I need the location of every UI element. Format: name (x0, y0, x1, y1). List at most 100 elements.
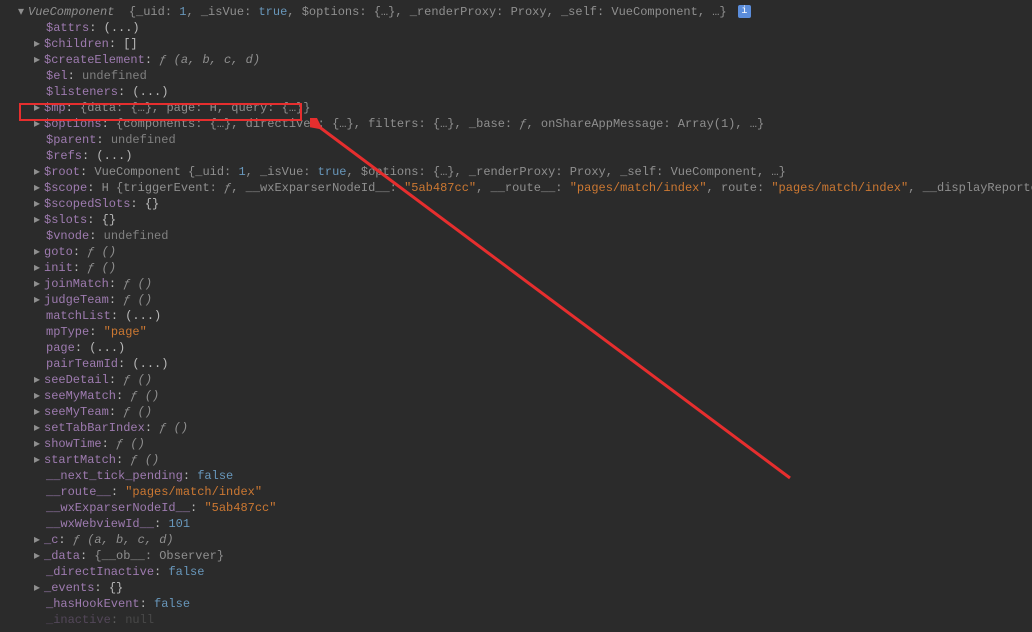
property-row[interactable]: seeDetail: ƒ () (6, 372, 1032, 388)
property-value: {} (109, 581, 123, 595)
property-key: seeMyTeam (44, 405, 109, 419)
property-row[interactable]: $listeners: (...) (6, 84, 1032, 100)
expand-arrow-icon[interactable] (34, 212, 44, 228)
property-row[interactable]: seeMyMatch: ƒ () (6, 388, 1032, 404)
property-row[interactable]: _data: {__ob__: Observer} (6, 548, 1032, 564)
property-row[interactable]: matchList: (...) (6, 308, 1032, 324)
property-row[interactable]: $children: [] (6, 36, 1032, 52)
property-key: $mp (44, 101, 66, 115)
property-value: ƒ (a, b, c, d) (159, 53, 260, 67)
expand-arrow-icon[interactable] (34, 244, 44, 260)
property-row[interactable]: mpType: "page" (6, 324, 1032, 340)
property-value: {} (102, 213, 116, 227)
expand-arrow-icon[interactable] (34, 100, 44, 116)
property-key: page (46, 341, 75, 355)
property-key: __wxWebviewId__ (46, 517, 154, 531)
expand-arrow-icon[interactable] (34, 36, 44, 52)
info-icon[interactable]: i (738, 5, 751, 18)
property-row[interactable]: goto: ƒ () (6, 244, 1032, 260)
property-row[interactable]: $parent: undefined (6, 132, 1032, 148)
expand-arrow-icon[interactable] (34, 164, 44, 180)
property-row[interactable]: startMatch: ƒ () (6, 452, 1032, 468)
expand-arrow-icon[interactable] (34, 548, 44, 564)
property-row[interactable]: _c: ƒ (a, b, c, d) (6, 532, 1032, 548)
expand-arrow-icon[interactable] (34, 260, 44, 276)
property-row[interactable]: page: (...) (6, 340, 1032, 356)
property-value: [] (123, 37, 137, 51)
property-row[interactable]: init: ƒ () (6, 260, 1032, 276)
expand-arrow-icon[interactable] (34, 388, 44, 404)
object-header[interactable]: VueComponent {_uid: 1, _isVue: true, $op… (6, 4, 1032, 20)
property-row[interactable]: $refs: (...) (6, 148, 1032, 164)
property-value: ƒ () (87, 245, 116, 259)
property-row[interactable]: __wxExparserNodeId__: "5ab487cc" (6, 500, 1032, 516)
property-row[interactable]: $scopedSlots: {} (6, 196, 1032, 212)
property-row[interactable]: joinMatch: ƒ () (6, 276, 1032, 292)
property-key: matchList (46, 309, 111, 323)
header-key: _uid (136, 5, 165, 19)
property-key: pairTeamId (46, 357, 118, 371)
property-key: __route__ (46, 485, 111, 499)
property-key: $options (44, 117, 102, 131)
property-key: $el (46, 69, 68, 83)
property-row[interactable]: $vnode: undefined (6, 228, 1032, 244)
expand-arrow-icon[interactable] (34, 116, 44, 132)
property-row[interactable]: __next_tick_pending: false (6, 468, 1032, 484)
property-row[interactable]: showTime: ƒ () (6, 436, 1032, 452)
expand-arrow-icon[interactable] (34, 420, 44, 436)
property-value: ƒ () (123, 293, 152, 307)
property-row[interactable]: seeMyTeam: ƒ () (6, 404, 1032, 420)
property-row[interactable]: $createElement: ƒ (a, b, c, d) (6, 52, 1032, 68)
property-key: $children (44, 37, 109, 51)
property-value: undefined (111, 133, 176, 147)
property-value: (...) (104, 21, 140, 35)
property-value: (...) (96, 149, 132, 163)
expand-arrow-icon[interactable] (34, 276, 44, 292)
property-key: $scope (44, 181, 87, 195)
property-row[interactable]: __wxWebviewId__: 101 (6, 516, 1032, 532)
property-value: ƒ (a, b, c, d) (73, 533, 174, 547)
property-row[interactable]: $slots: {} (6, 212, 1032, 228)
property-key: judgeTeam (44, 293, 109, 307)
expand-arrow-icon[interactable] (34, 292, 44, 308)
property-key: seeMyMatch (44, 389, 116, 403)
property-row[interactable]: _directInactive: false (6, 564, 1032, 580)
property-value: undefined (82, 69, 147, 83)
property-row[interactable]: setTabBarIndex: ƒ () (6, 420, 1032, 436)
expand-arrow-icon[interactable] (34, 580, 44, 596)
property-value: ƒ () (130, 453, 159, 467)
expand-arrow-icon[interactable] (34, 532, 44, 548)
expand-arrow-icon[interactable] (34, 180, 44, 196)
property-key: $vnode (46, 229, 89, 243)
expand-arrow-icon[interactable] (34, 452, 44, 468)
property-row[interactable]: $el: undefined (6, 68, 1032, 84)
property-row[interactable]: __route__: "pages/match/index" (6, 484, 1032, 500)
property-row[interactable]: $options: {components: {…}, directives: … (6, 116, 1032, 132)
property-key: $refs (46, 149, 82, 163)
property-key: _directInactive (46, 565, 154, 579)
property-row[interactable]: judgeTeam: ƒ () (6, 292, 1032, 308)
property-key: _hasHookEvent (46, 597, 140, 611)
expand-arrow-icon[interactable] (18, 4, 28, 20)
property-row[interactable]: _inactive: null (6, 612, 1032, 628)
expand-arrow-icon[interactable] (34, 436, 44, 452)
property-row[interactable]: $root: VueComponent {_uid: 1, _isVue: tr… (6, 164, 1032, 180)
property-key: $createElement (44, 53, 145, 67)
property-row[interactable]: _hasHookEvent: false (6, 596, 1032, 612)
property-value: ƒ () (123, 373, 152, 387)
expand-arrow-icon[interactable] (34, 372, 44, 388)
property-value: (...) (132, 357, 168, 371)
property-row[interactable]: $scope: H {triggerEvent: ƒ, __wxExparser… (6, 180, 1032, 196)
property-row[interactable]: $attrs: (...) (6, 20, 1032, 36)
expand-arrow-icon[interactable] (34, 404, 44, 420)
property-row[interactable]: _events: {} (6, 580, 1032, 596)
expand-arrow-icon[interactable] (34, 196, 44, 212)
property-key: $parent (46, 133, 96, 147)
property-value: false (197, 469, 233, 483)
property-row[interactable]: pairTeamId: (...) (6, 356, 1032, 372)
property-row[interactable]: $mp: {data: {…}, page: H, query: {…}} (6, 100, 1032, 116)
property-key: $attrs (46, 21, 89, 35)
property-value: false (168, 565, 204, 579)
property-value: ƒ () (159, 421, 188, 435)
expand-arrow-icon[interactable] (34, 52, 44, 68)
